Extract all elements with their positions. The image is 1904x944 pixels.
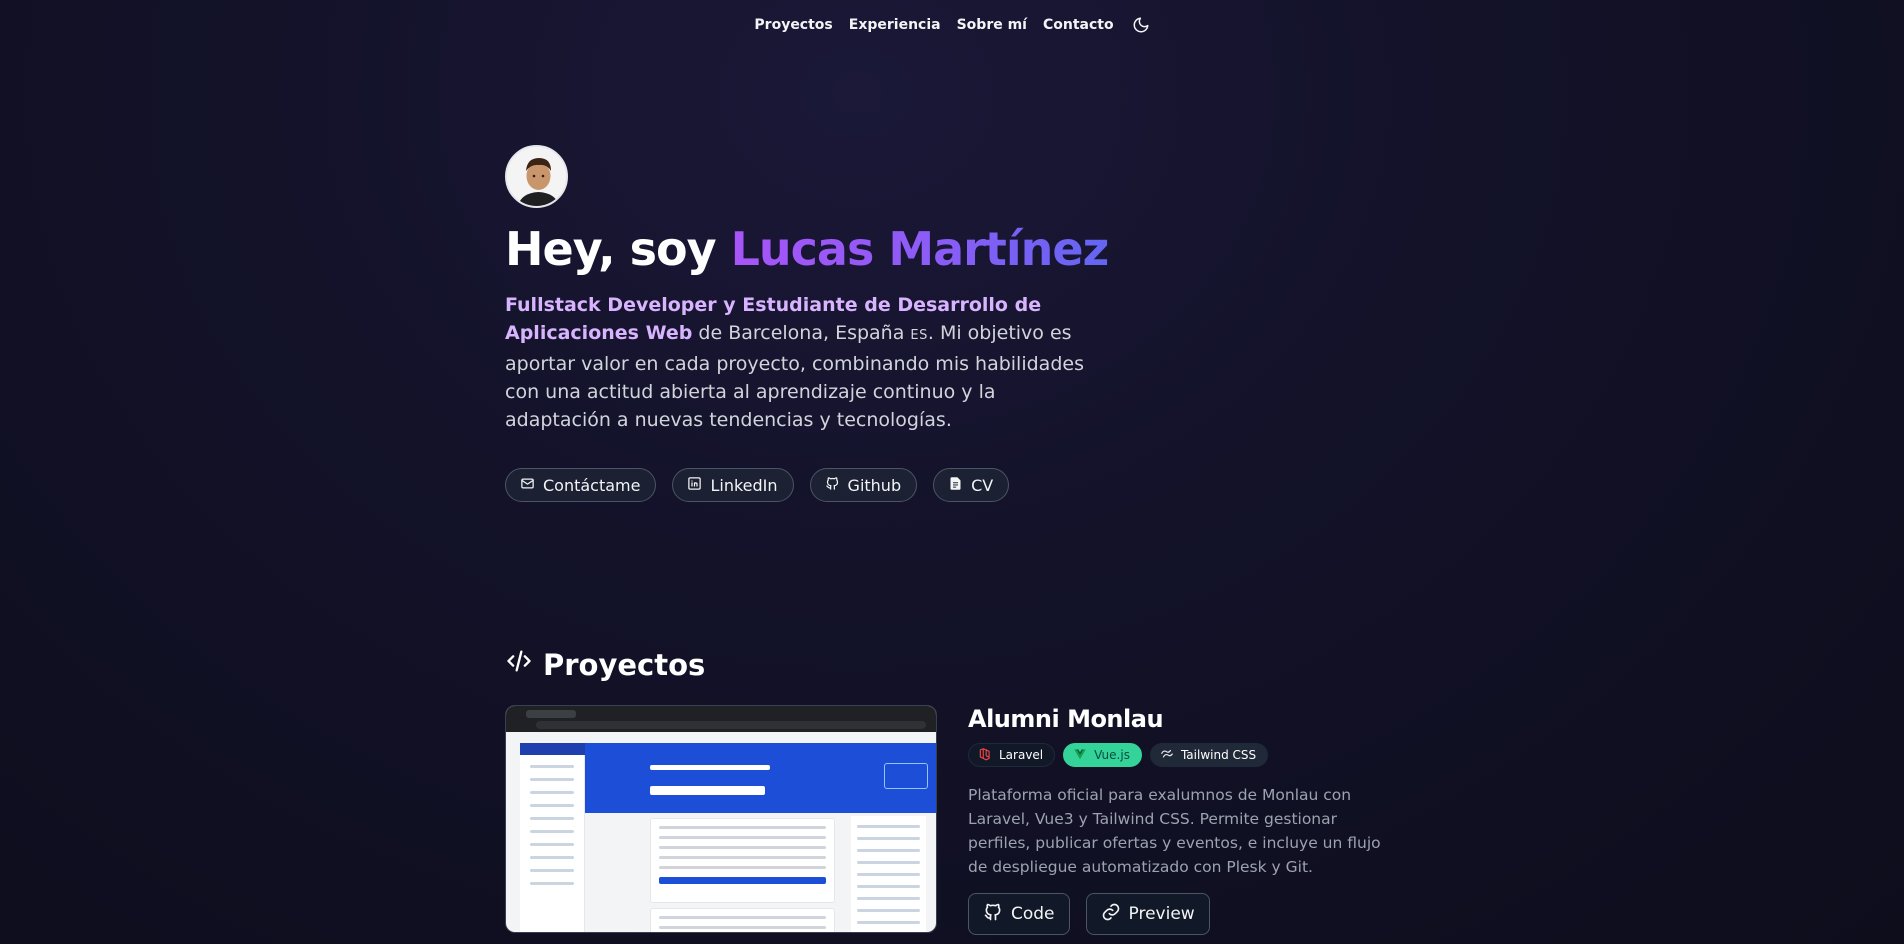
projects-title-text: Proyectos [543,647,706,682]
hero-buttons: Contáctame LinkedIn Github CV [505,468,1085,503]
project-buttons: Code Preview [968,893,1408,935]
moon-icon[interactable] [1132,16,1150,34]
projects-section-title: Proyectos [505,647,705,682]
code-icon [505,647,533,682]
screenshot-filters [851,816,926,932]
project-description: Plataforma oficial para exalumnos de Mon… [968,786,1381,876]
tag-vue: Vue.js [1063,743,1142,767]
code-button[interactable]: Code [968,893,1070,935]
tag-tailwind-label: Tailwind CSS [1180,748,1257,762]
hero-bio: Fullstack Developer y Estudiante de Desa… [505,291,1085,434]
cv-button[interactable]: CV [933,468,1010,503]
project-card: Alumni Monlau Laravel Vue.js Tailwind CS… [968,705,1408,935]
project-screenshot [505,705,937,933]
preview-button[interactable]: Preview [1085,893,1210,935]
screenshot-job-card [650,908,835,932]
project-tags: Laravel Vue.js Tailwind CSS [968,743,1408,767]
hero-greeting: Hey, soy [505,222,731,276]
linkedin-icon [687,476,702,495]
hero-heading: Hey, soy Lucas Martínez [505,222,1109,277]
tag-laravel-label: Laravel [999,748,1044,762]
contact-button[interactable]: Contáctame [505,468,657,503]
linkedin-button[interactable]: LinkedIn [672,468,794,503]
github-icon [983,902,1003,927]
spain-flag-label: ES [910,328,928,344]
github-button-label: Github [847,475,902,495]
hero-name: Lucas Martínez [730,222,1110,276]
browser-chrome [506,706,936,732]
tag-tailwind: Tailwind CSS [1149,743,1269,767]
hero-section: Hey, soy Lucas Martínez Fullstack Develo… [505,145,1109,503]
nav-link-sobre-mi[interactable]: Sobre mí [957,17,1027,33]
document-icon [948,476,963,495]
vue-icon [1073,747,1087,764]
laravel-icon [978,747,992,764]
nav-link-proyectos[interactable]: Proyectos [754,17,832,33]
project-title: Alumni Monlau [968,705,1164,733]
nav-link-experiencia[interactable]: Experiencia [849,17,941,33]
tag-laravel: Laravel [968,743,1056,767]
preview-button-label: Preview [1128,904,1195,924]
screenshot-banner [585,743,936,813]
avatar [505,145,568,208]
bio-location: de Barcelona, España [692,322,911,345]
code-button-label: Code [1011,904,1055,924]
link-icon [1101,902,1121,927]
mail-icon [520,476,535,495]
nav-link-contacto[interactable]: Contacto [1043,17,1114,33]
screenshot-sidebar [520,755,585,932]
contact-button-label: Contáctame [543,475,641,495]
github-icon [825,476,840,495]
github-button[interactable]: Github [809,468,918,503]
top-nav: Proyectos Experiencia Sobre mí Contacto [0,16,1904,34]
tag-vue-label: Vue.js [1094,748,1130,762]
linkedin-button-label: LinkedIn [710,475,778,495]
cv-button-label: CV [971,475,994,495]
tailwind-icon [1160,747,1174,764]
screenshot-job-card [650,818,835,903]
